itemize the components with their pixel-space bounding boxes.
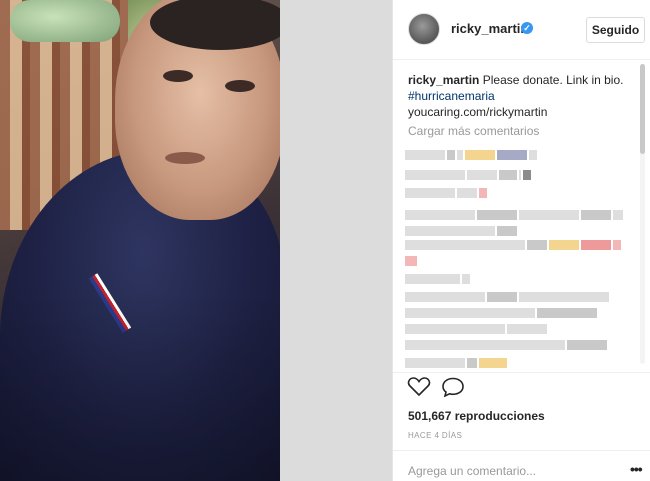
blurred-comment bbox=[405, 226, 519, 236]
avatar[interactable] bbox=[408, 13, 440, 45]
blurred-comment bbox=[405, 292, 611, 302]
blurred-comment bbox=[405, 170, 533, 180]
comment-input[interactable] bbox=[408, 463, 608, 479]
blurred-comment bbox=[405, 240, 623, 250]
instagram-post-view: ricky_martin ✓ Seguido ricky_martin Plea… bbox=[0, 0, 650, 481]
following-button[interactable]: Seguido bbox=[586, 17, 645, 43]
blurred-comment bbox=[405, 210, 625, 220]
more-options-icon[interactable]: ••• bbox=[630, 461, 643, 477]
blurred-comment bbox=[405, 256, 419, 266]
post-timestamp[interactable]: HACE 4 DÍAS bbox=[408, 431, 462, 440]
blurred-comment bbox=[405, 358, 509, 368]
caption-username[interactable]: ricky_martin bbox=[408, 73, 479, 87]
bio-link-text: youcaring.com/rickymartin bbox=[408, 105, 548, 119]
action-bar bbox=[393, 372, 650, 400]
hashtag-link[interactable]: #hurricanemaria bbox=[408, 88, 633, 104]
username-link[interactable]: ricky_martin bbox=[451, 21, 528, 36]
post-video[interactable] bbox=[0, 0, 280, 481]
caption-text: Please donate. Link in bio. bbox=[482, 73, 624, 87]
comment-bubble-icon[interactable] bbox=[441, 377, 465, 397]
blurred-comment bbox=[405, 308, 599, 318]
comments-scrollbar[interactable] bbox=[640, 64, 645, 364]
comments-list[interactable]: ricky_martin Please donate. Link in bio.… bbox=[393, 60, 637, 372]
load-more-comments-link[interactable]: Cargar más comentarios bbox=[408, 124, 539, 138]
post-header: ricky_martin ✓ Seguido bbox=[393, 0, 650, 60]
post-caption: ricky_martin Please donate. Link in bio.… bbox=[408, 72, 633, 120]
add-comment-bar: ••• bbox=[393, 450, 650, 481]
blurred-comment bbox=[405, 274, 472, 284]
blurred-comment bbox=[405, 324, 549, 334]
heart-icon[interactable] bbox=[407, 377, 431, 397]
post-side-panel: ricky_martin ✓ Seguido ricky_martin Plea… bbox=[392, 0, 650, 481]
blurred-comment bbox=[405, 340, 609, 350]
view-count[interactable]: 501,667 reproducciones bbox=[408, 409, 545, 423]
scrollbar-thumb[interactable] bbox=[640, 64, 645, 154]
blurred-comment bbox=[405, 188, 489, 198]
verified-badge-icon: ✓ bbox=[521, 22, 533, 34]
blurred-comment bbox=[405, 150, 539, 160]
